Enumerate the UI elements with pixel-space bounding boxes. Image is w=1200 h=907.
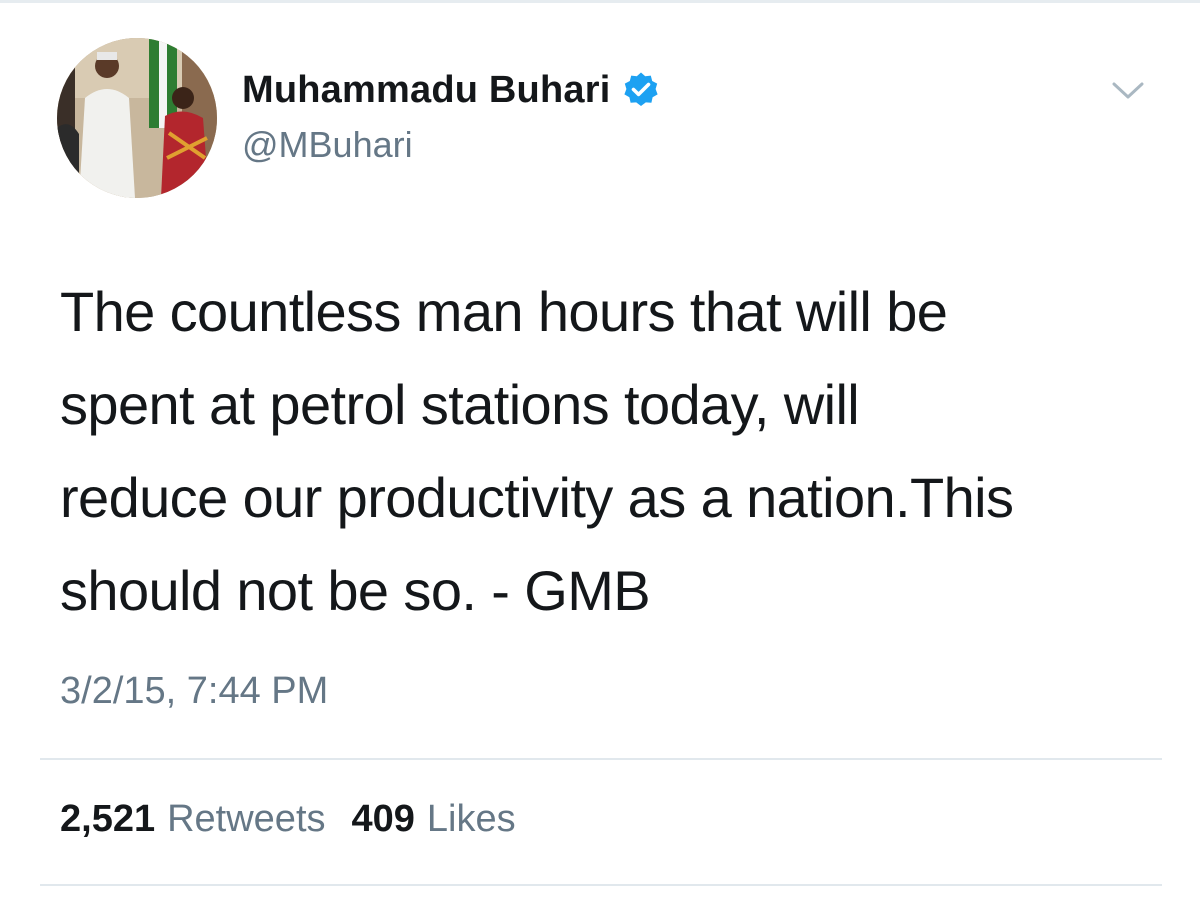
- likes-count: 409: [351, 798, 415, 840]
- tweet-stats: 2,521 Retweets 409 Likes: [60, 798, 516, 841]
- top-divider: [0, 0, 1200, 3]
- likes-label: Likes: [426, 798, 516, 840]
- retweets-stat[interactable]: 2,521 Retweets: [60, 798, 326, 841]
- divider: [40, 884, 1162, 886]
- user-handle[interactable]: @MBuhari: [242, 124, 413, 166]
- display-name[interactable]: Muhammadu Buhari: [242, 69, 610, 112]
- divider: [40, 758, 1162, 760]
- author-name-row[interactable]: Muhammadu Buhari: [242, 66, 660, 114]
- tweet-text: The countless man hours that will be spe…: [60, 280, 1014, 622]
- retweets-count: 2,521: [60, 798, 156, 840]
- retweets-label: Retweets: [167, 798, 326, 840]
- likes-stat[interactable]: 409 Likes: [352, 798, 516, 841]
- tweet-timestamp[interactable]: 3/2/15, 7:44 PM: [60, 670, 328, 713]
- verified-badge-icon: [622, 71, 660, 109]
- chevron-down-icon[interactable]: [1110, 76, 1146, 104]
- avatar[interactable]: [57, 38, 217, 198]
- profile-photo: [57, 38, 217, 198]
